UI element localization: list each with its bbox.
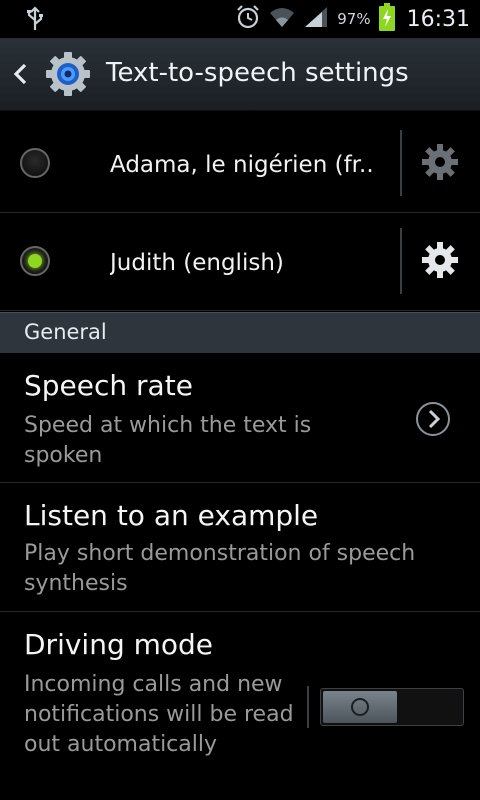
back-arrow-icon[interactable]	[10, 62, 30, 86]
driving-mode-title: Driving mode	[24, 628, 214, 661]
gear-icon[interactable]	[421, 143, 459, 181]
section-title: General	[24, 320, 107, 344]
radio-button-judith[interactable]	[20, 246, 50, 276]
page-title: Text-to-speech settings	[106, 58, 409, 88]
divider	[307, 686, 309, 728]
voice-label: Adama, le nigérien (fr..	[110, 152, 374, 178]
listen-example-summary: Play short demonstration of speech synth…	[24, 541, 416, 596]
listen-example-item[interactable]: Listen to an example Play short demonstr…	[0, 483, 480, 612]
battery-percent: 97%	[337, 10, 371, 28]
wifi-icon	[269, 5, 295, 33]
speech-rate-item[interactable]: Speech rate Speed at which the text is s…	[0, 353, 480, 483]
usb-icon	[22, 6, 48, 36]
radio-button-adama[interactable]	[20, 148, 50, 178]
chevron-right-icon[interactable]	[415, 401, 451, 437]
divider	[400, 130, 402, 196]
gear-icon[interactable]	[421, 241, 459, 279]
action-bar: Text-to-speech settings	[0, 38, 480, 111]
divider	[400, 228, 402, 294]
voice-option-adama[interactable]: Adama, le nigérien (fr..	[0, 116, 480, 213]
speech-rate-summary: Speed at which the text is spoken	[24, 413, 312, 468]
settings-gear-icon[interactable]	[44, 50, 92, 98]
toggle-knob[interactable]	[323, 691, 397, 723]
section-header-general: General	[0, 312, 480, 353]
speech-rate-title: Speech rate	[24, 369, 193, 402]
alarm-icon	[235, 4, 261, 34]
status-clock: 16:31	[406, 6, 470, 32]
driving-mode-toggle[interactable]	[320, 688, 464, 726]
driving-mode-summary: Incoming calls and new notifications wil…	[24, 672, 294, 757]
battery-charging-icon	[378, 3, 395, 35]
status-bar: 97% 16:31	[0, 0, 480, 38]
driving-mode-item[interactable]: Driving mode Incoming calls and new noti…	[0, 612, 480, 800]
voice-option-judith[interactable]: Judith (english)	[0, 214, 480, 311]
listen-example-title: Listen to an example	[24, 499, 319, 532]
voice-label: Judith (english)	[110, 250, 284, 276]
signal-icon	[303, 5, 329, 33]
